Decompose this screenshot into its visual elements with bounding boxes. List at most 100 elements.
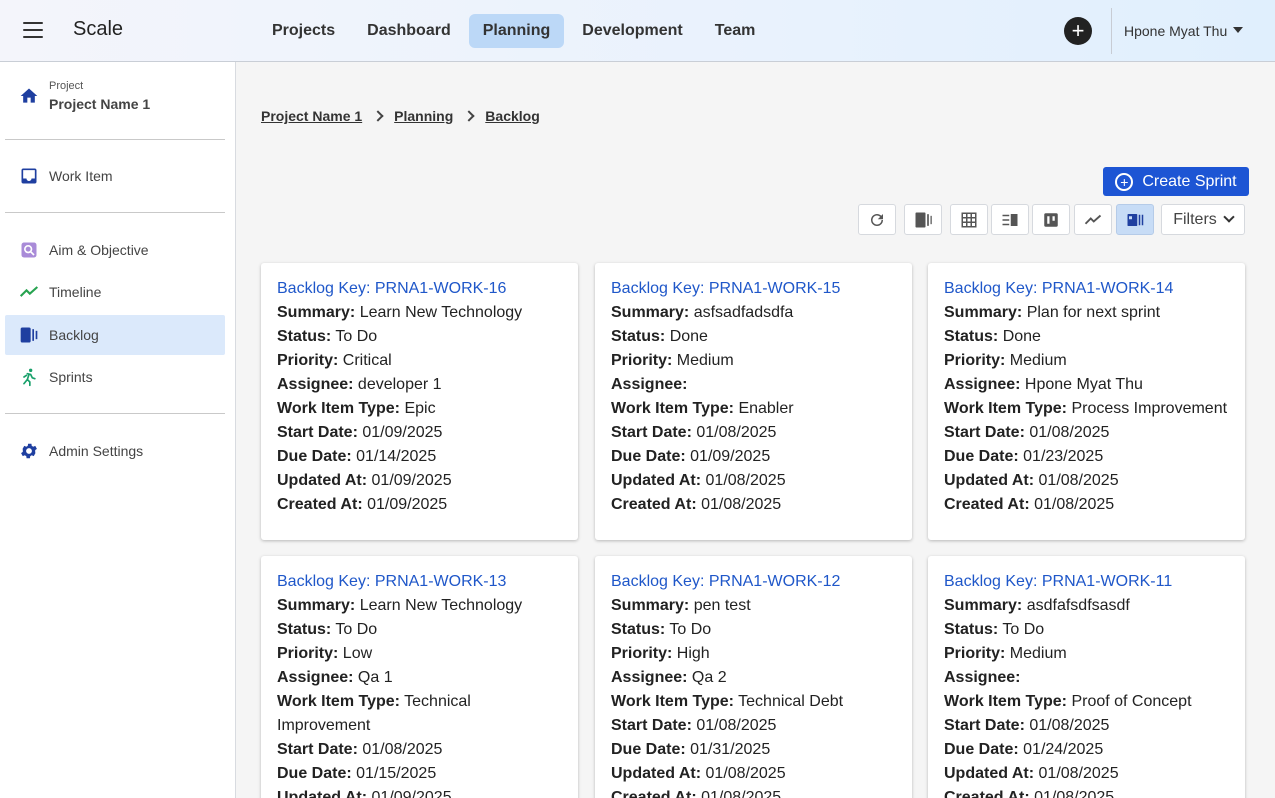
card-field-due: Due Date: 01/15/2025 bbox=[277, 762, 562, 786]
card-view-icon bbox=[1127, 213, 1144, 226]
field-label: Status: bbox=[277, 328, 332, 345]
view-list-button[interactable] bbox=[991, 204, 1029, 235]
backlog-card[interactable]: Backlog Key: PRNA1-WORK-13 Summary: Learn… bbox=[261, 556, 578, 798]
field-label: Work Item Type: bbox=[944, 693, 1067, 710]
field-label: Due Date: bbox=[944, 448, 1019, 465]
filters-label: Filters bbox=[1173, 210, 1217, 228]
chevron-right-icon bbox=[463, 110, 475, 122]
backlog-key[interactable]: Backlog Key: PRNA1-WORK-14 bbox=[944, 277, 1229, 301]
nav-projects[interactable]: Projects bbox=[258, 14, 349, 48]
sidebar-item-label: Aim & Objective bbox=[49, 242, 149, 258]
field-label: Summary: bbox=[944, 597, 1023, 614]
card-field-assignee: Assignee: Qa 2 bbox=[611, 666, 896, 690]
field-label: Status: bbox=[944, 328, 999, 345]
board-icon bbox=[1044, 212, 1058, 227]
backlog-icon bbox=[19, 325, 39, 345]
backlog-card[interactable]: Backlog Key: PRNA1-WORK-11 Summary: asdfa… bbox=[928, 556, 1245, 798]
field-label: Priority: bbox=[944, 352, 1006, 369]
card-field-type: Work Item Type: Proof of Concept bbox=[944, 690, 1229, 714]
backlog-key[interactable]: Backlog Key: PRNA1-WORK-16 bbox=[277, 277, 562, 301]
nav-planning[interactable]: Planning bbox=[468, 14, 565, 48]
field-value: Qa 2 bbox=[691, 669, 727, 686]
card-field-status: Status: To Do bbox=[277, 325, 562, 349]
sidebar-item-aim-objective[interactable]: Aim & Objective bbox=[5, 230, 225, 270]
menu-icon[interactable] bbox=[23, 22, 43, 38]
project-name: Project Name 1 bbox=[49, 96, 151, 112]
sidebar-item-work-item[interactable]: Work Item bbox=[5, 156, 225, 196]
backlog-key[interactable]: Backlog Key: PRNA1-WORK-13 bbox=[277, 570, 562, 594]
chevron-down-icon bbox=[1223, 210, 1235, 223]
search-doc-icon bbox=[19, 240, 39, 260]
field-label: Priority: bbox=[944, 645, 1006, 662]
chevron-right-icon bbox=[372, 110, 384, 122]
divider bbox=[5, 139, 225, 140]
field-label: Status: bbox=[611, 328, 666, 345]
sidebar-item-timeline[interactable]: Timeline bbox=[5, 272, 225, 312]
card-field-start: Start Date: 01/08/2025 bbox=[277, 738, 562, 762]
field-value: 01/08/2025 bbox=[1038, 765, 1119, 782]
nav-team[interactable]: Team bbox=[701, 14, 770, 48]
card-field-updated: Updated At: 01/09/2025 bbox=[277, 469, 562, 493]
field-value: 01/09/2025 bbox=[371, 789, 452, 798]
add-icon[interactable]: + bbox=[1064, 17, 1092, 45]
field-label: Created At: bbox=[277, 496, 363, 513]
create-sprint-button[interactable]: + Create Sprint bbox=[1103, 167, 1249, 196]
view-grid-button[interactable] bbox=[950, 204, 988, 235]
field-value: PRNA1-WORK-16 bbox=[374, 280, 507, 297]
card-field-start: Start Date: 01/08/2025 bbox=[944, 714, 1229, 738]
field-value: Process Improvement bbox=[1071, 400, 1228, 417]
breadcrumb-planning[interactable]: Planning bbox=[394, 108, 453, 124]
backlog-card[interactable]: Backlog Key: PRNA1-WORK-16 Summary: Learn… bbox=[261, 263, 578, 540]
field-label: Assignee: bbox=[611, 376, 688, 393]
field-label: Summary: bbox=[277, 597, 356, 614]
field-label: Summary: bbox=[277, 304, 356, 321]
card-field-summary: Summary: asdfafsdfsasdf bbox=[944, 594, 1229, 618]
sidebar-item-admin-settings[interactable]: Admin Settings bbox=[5, 431, 225, 471]
card-field-summary: Summary: Plan for next sprint bbox=[944, 301, 1229, 325]
breadcrumb-backlog[interactable]: Backlog bbox=[485, 108, 539, 124]
field-label: Work Item Type: bbox=[277, 400, 400, 417]
backlog-key[interactable]: Backlog Key: PRNA1-WORK-12 bbox=[611, 570, 896, 594]
field-value: Learn New Technology bbox=[359, 597, 523, 614]
backlog-card[interactable]: Backlog Key: PRNA1-WORK-12 Summary: pen t… bbox=[595, 556, 912, 798]
field-label: Start Date: bbox=[611, 717, 692, 734]
card-field-type: Work Item Type: Technical Debt bbox=[611, 690, 896, 714]
main-nav: Projects Dashboard Planning Development … bbox=[258, 14, 773, 48]
run-icon bbox=[19, 367, 39, 387]
field-value: 01/08/2025 bbox=[1034, 496, 1115, 513]
field-value: 01/31/2025 bbox=[690, 741, 771, 758]
backlog-card[interactable]: Backlog Key: PRNA1-WORK-15 Summary: asfsa… bbox=[595, 263, 912, 540]
nav-development[interactable]: Development bbox=[568, 14, 696, 48]
view-backlog-button[interactable] bbox=[904, 204, 942, 235]
add-circle-icon: + bbox=[1115, 172, 1134, 191]
field-label: Due Date: bbox=[611, 448, 686, 465]
sidebar: Project Project Name 1 Work Item Aim & O… bbox=[0, 62, 236, 798]
field-label: Work Item Type: bbox=[611, 400, 734, 417]
backlog-key[interactable]: Backlog Key: PRNA1-WORK-11 bbox=[944, 570, 1229, 594]
filters-dropdown[interactable]: Filters bbox=[1161, 204, 1245, 235]
sidebar-item-sprints[interactable]: Sprints bbox=[5, 357, 225, 397]
backlog-card[interactable]: Backlog Key: PRNA1-WORK-14 Summary: Plan … bbox=[928, 263, 1245, 540]
field-value: Done bbox=[1002, 328, 1041, 345]
field-value: Low bbox=[342, 645, 373, 662]
sidebar-item-label: Work Item bbox=[49, 168, 113, 184]
card-field-type: Work Item Type: Epic bbox=[277, 397, 562, 421]
field-label: Status: bbox=[944, 621, 999, 638]
field-value: Technical Debt bbox=[738, 693, 844, 710]
view-timeline-button[interactable] bbox=[1074, 204, 1112, 235]
refresh-button[interactable] bbox=[858, 204, 896, 235]
backlog-key[interactable]: Backlog Key: PRNA1-WORK-15 bbox=[611, 277, 896, 301]
card-field-updated: Updated At: 01/08/2025 bbox=[944, 762, 1229, 786]
card-field-start: Start Date: 01/08/2025 bbox=[611, 714, 896, 738]
breadcrumb-project[interactable]: Project Name 1 bbox=[261, 108, 362, 124]
sidebar-item-backlog[interactable]: Backlog bbox=[5, 315, 225, 355]
field-value: Critical bbox=[342, 352, 392, 369]
view-card-button[interactable] bbox=[1116, 204, 1154, 235]
nav-dashboard[interactable]: Dashboard bbox=[353, 14, 465, 48]
view-board-button[interactable] bbox=[1032, 204, 1070, 235]
card-field-updated: Updated At: 01/09/2025 bbox=[277, 786, 562, 798]
sidebar-item-label: Admin Settings bbox=[49, 443, 144, 459]
field-value: 01/09/2025 bbox=[367, 496, 448, 513]
field-label: Priority: bbox=[277, 645, 339, 662]
user-menu[interactable]: Hpone Myat Thu bbox=[1124, 23, 1244, 39]
